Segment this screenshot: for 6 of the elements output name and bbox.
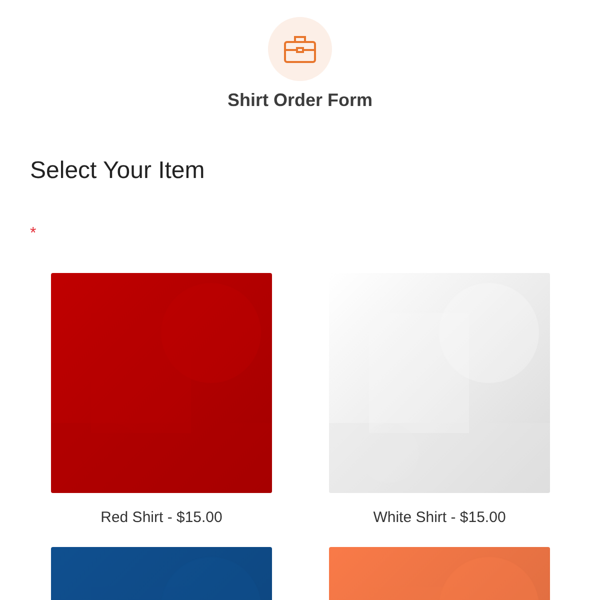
form-title: Shirt Order Form xyxy=(227,90,373,111)
required-mark: * xyxy=(30,227,36,241)
item-label: White Shirt - $15.00 xyxy=(373,509,506,527)
section-heading: Select Your Item xyxy=(30,157,206,185)
item-label: Red Shirt - $15.00 xyxy=(100,509,222,527)
briefcase-icon xyxy=(283,34,317,64)
